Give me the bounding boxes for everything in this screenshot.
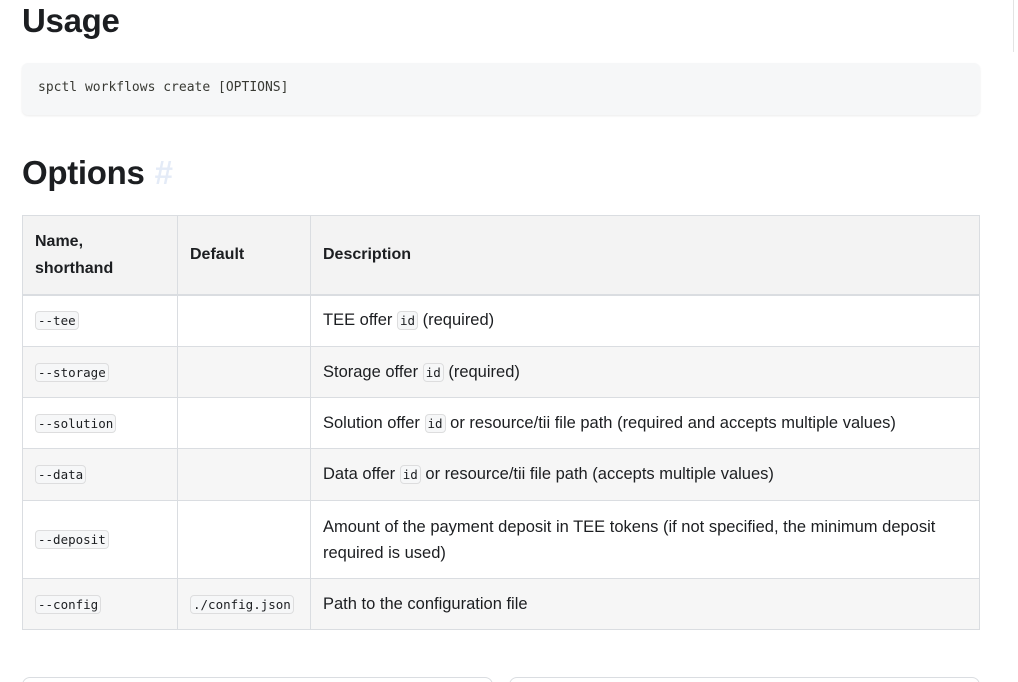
scrollbar-edge (1013, 0, 1014, 52)
option-default-cell (177, 448, 311, 501)
column-header-default: Default (177, 215, 311, 296)
option-default-cell (177, 397, 311, 449)
table-row: --tee TEE offer id (required) (22, 294, 980, 347)
option-name: --tee (35, 311, 79, 331)
option-name: --storage (35, 362, 109, 382)
usage-heading: Usage (22, 2, 120, 39)
option-name: --deposit (35, 530, 109, 549)
table-row: --config ./config.json Path to the confi… (22, 578, 980, 630)
option-default-cell (177, 500, 311, 579)
options-table: Name, shorthand Default Description --te… (22, 215, 980, 630)
option-name: --solution (35, 413, 117, 433)
option-name-cell: --tee (22, 294, 178, 347)
usage-code-block: spctl workflows create [OPTIONS] (22, 63, 980, 115)
options-heading-text: Options (22, 154, 145, 191)
hash-link-icon[interactable]: # (155, 154, 173, 192)
inline-code: id (422, 362, 444, 382)
table-row: --storage Storage offer id (required) (22, 346, 980, 398)
option-default-value: ./config.json (190, 594, 294, 614)
option-default-cell (177, 294, 311, 347)
column-header-description: Description (310, 215, 980, 296)
usage-command: spctl workflows create [OPTIONS] (38, 80, 289, 95)
docs-page: Usage spctl workflows create [OPTIONS] O… (0, 0, 1018, 682)
options-heading: Options # (22, 154, 173, 192)
option-name: --data (35, 465, 87, 484)
column-header-name: Name, shorthand (22, 215, 178, 296)
option-name-cell: --config (22, 578, 178, 630)
option-name: --config (35, 594, 102, 614)
option-default-cell (177, 346, 311, 398)
option-name-cell: --deposit (22, 500, 178, 579)
table-row: --solution Solution offer id or resource… (22, 397, 980, 449)
inline-code: id (396, 311, 419, 331)
table-row: --data Data offer id or resource/tii fil… (22, 448, 980, 501)
pagination-next-card[interactable] (509, 677, 980, 682)
option-description: Amount of the payment deposit in TEE tok… (310, 500, 980, 579)
option-name-cell: --data (22, 448, 178, 501)
inline-code: id (399, 465, 421, 484)
option-name-cell: --storage (22, 346, 178, 398)
table-row: --deposit Amount of the payment deposit … (22, 500, 980, 579)
inline-code: id (424, 413, 446, 433)
pagination-prev-card[interactable] (22, 677, 493, 682)
option-description: Solution offer id or resource/tii file p… (310, 397, 980, 449)
option-default-cell: ./config.json (177, 578, 311, 630)
option-name-cell: --solution (22, 397, 178, 449)
option-description: Data offer id or resource/tii file path … (310, 448, 980, 501)
option-description: TEE offer id (required) (310, 294, 980, 347)
table-header-row: Name, shorthand Default Description (22, 215, 980, 296)
option-description: Path to the configuration file (310, 578, 980, 630)
option-description: Storage offer id (required) (310, 346, 980, 398)
